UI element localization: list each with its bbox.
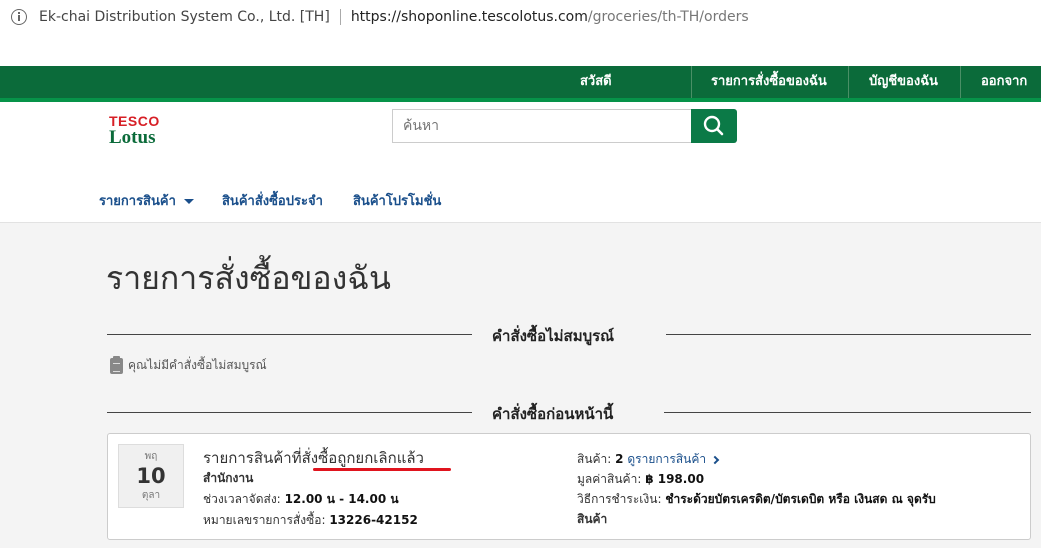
caret-down-icon: [183, 199, 194, 204]
top-navigation: สวัสดี รายการสั่งซื้อของฉัน บัญชีของฉัน …: [0, 66, 1041, 121]
order-location: สำนักงาน: [203, 471, 254, 485]
order-number: หมายเลขรายการสั่งซื้อ: 13226-42152: [203, 511, 418, 530]
section-divider-left: [107, 412, 472, 413]
payment-label: วิธีการชำระเงิน:: [577, 492, 662, 506]
order-date: พฤ 10 ตุลา: [118, 444, 184, 508]
nav-products-label: รายการสินค้า: [99, 194, 176, 209]
site-identity: Ek-chai Distribution System Co., Ltd. [T…: [39, 9, 330, 25]
value-amount: ฿ 198.00: [645, 472, 705, 486]
order-payment: วิธีการชำระเงิน: ชำระด้วยบัตรเครดิต/บัตร…: [577, 490, 936, 509]
no-incomplete-orders: คุณไม่มีคำสั่งซื้อไม่สมบูรณ์: [110, 355, 267, 375]
red-underline-annotation: [313, 468, 451, 471]
nav-divider: [848, 66, 849, 98]
nav-my-orders[interactable]: รายการสั่งซื้อของฉัน: [711, 66, 827, 98]
search-button[interactable]: [691, 109, 737, 143]
order-status-title: รายการสินค้าที่สั่งซื้อถูกยกเลิกแล้ว: [203, 449, 424, 467]
nav-my-account[interactable]: บัญชีของฉัน: [869, 66, 938, 98]
order-card[interactable]: พฤ 10 ตุลา รายการสินค้าที่สั่งซื้อถูกยกเ…: [107, 433, 1031, 540]
previous-orders-heading: คำสั่งซื้อก่อนหน้านี้: [492, 405, 614, 423]
nav-divider: [960, 66, 961, 98]
items-label: สินค้า:: [577, 452, 612, 466]
no-incomplete-text: คุณไม่มีคำสั่งซื้อไม่สมบูรณ์: [128, 358, 267, 372]
nav-promotions[interactable]: สินค้าโปรโมชั่น: [353, 190, 441, 211]
order-items: สินค้า: 2 ดูรายการสินค้า: [577, 450, 720, 469]
nav-products-dropdown[interactable]: รายการสินค้า: [99, 190, 194, 211]
items-count: 2: [615, 452, 624, 466]
order-date-month: ตุลา: [141, 490, 161, 501]
nav-divider: [691, 66, 692, 98]
order-date-day: 10: [136, 464, 166, 488]
value-label: มูลค่าสินค้า:: [577, 472, 642, 486]
section-divider-left: [107, 334, 472, 335]
delivery-value: 12.00 น - 14.00 น: [284, 492, 399, 506]
main-content: รายการสั่งซื้อของฉัน คำสั่งซื้อไม่สมบูรณ…: [0, 222, 1041, 548]
address-divider: [339, 9, 341, 25]
nav-greeting[interactable]: สวัสดี: [580, 66, 612, 98]
delivery-label: ช่วงเวลาจัดส่ง:: [203, 492, 281, 506]
search-icon: [703, 115, 724, 136]
chevron-right-icon: [710, 455, 720, 464]
search-input[interactable]: [392, 109, 691, 143]
nav-regular-items[interactable]: สินค้าสั่งซื้อประจำ: [222, 190, 323, 211]
section-divider-right: [666, 334, 1031, 335]
section-divider-right: [664, 412, 1031, 413]
info-icon[interactable]: [11, 9, 27, 25]
order-number-value: 13226-42152: [329, 513, 418, 527]
logo-line-2: Lotus: [109, 127, 156, 148]
order-value: มูลค่าสินค้า: ฿ 198.00: [577, 470, 704, 489]
url-host: https://shoponline.tescolotus.com: [350, 9, 588, 25]
view-items-link[interactable]: ดูรายการสินค้า: [627, 452, 706, 466]
nav-logout[interactable]: ออกจากระ: [981, 66, 1041, 121]
order-payment-cont: สินค้า: [577, 512, 608, 526]
incomplete-orders-heading: คำสั่งซื้อไม่สมบูรณ์: [492, 327, 615, 345]
clipboard-icon: [110, 355, 123, 374]
url-path: /groceries/th-TH/orders: [587, 9, 749, 25]
order-delivery-slot: ช่วงเวลาจัดส่ง: 12.00 น - 14.00 น: [203, 490, 399, 509]
payment-value: ชำระด้วยบัตรเครดิต/บัตรเดบิต หรือ เงินสด…: [665, 492, 936, 506]
order-date-dow: พฤ: [144, 451, 158, 462]
order-number-label: หมายเลขรายการสั่งซื้อ:: [203, 513, 326, 527]
address-bar[interactable]: Ek-chai Distribution System Co., Ltd. [T…: [0, 0, 1041, 34]
page-title: รายการสั่งซื้อของฉัน: [106, 259, 391, 297]
logo-line-1: TESCO: [109, 113, 160, 129]
tesco-lotus-logo[interactable]: TESCO Lotus: [109, 114, 169, 150]
